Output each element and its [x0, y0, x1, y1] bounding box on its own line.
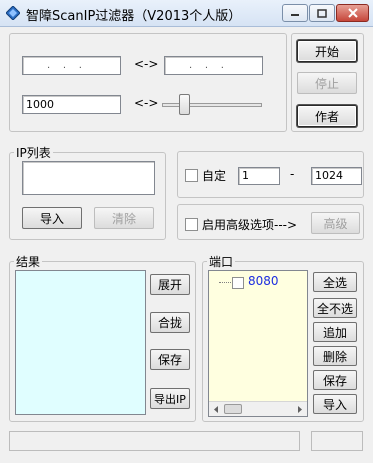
ports-tree[interactable]: 8080 [208, 270, 308, 417]
clear-ip-button[interactable]: 清除 [94, 207, 154, 229]
window-title: 智障ScanIP过滤器（V2013个人版） [26, 9, 242, 24]
ip-start-dots: . . . [47, 60, 82, 71]
range-group [9, 33, 287, 132]
save-results-button[interactable]: 保存 [150, 349, 190, 370]
advanced-checkbox[interactable] [185, 218, 198, 231]
close-icon[interactable] [336, 4, 369, 22]
merge-button[interactable]: 合拢 [150, 312, 190, 333]
port-8080-checkbox[interactable] [232, 277, 244, 289]
port-from-value: 1 [242, 169, 249, 182]
minimize-icon[interactable] [282, 4, 308, 22]
port-item-8080[interactable]: 8080 [248, 274, 279, 288]
start-button[interactable]: 开始 [297, 40, 357, 62]
results-legend: 结果 [16, 255, 41, 269]
threads-value: 1000 [26, 98, 54, 111]
port-from-field[interactable]: 1 [238, 167, 280, 185]
custom-port-label: 自定 [202, 169, 227, 183]
ip-end-dots: . . . [189, 60, 224, 71]
scroll-thumb[interactable] [224, 404, 242, 414]
slider-track [162, 103, 262, 107]
save-ports-button[interactable]: 保存 [313, 370, 357, 390]
add-port-button[interactable]: 追加 [313, 322, 357, 342]
port-range-dash: - [290, 167, 295, 181]
range-arrow: <-> [134, 57, 159, 71]
expand-button[interactable]: 展开 [150, 274, 190, 295]
scroll-right-icon[interactable] [293, 404, 306, 415]
stop-button[interactable]: 停止 [297, 72, 357, 94]
ip-end-field[interactable]: . . . [164, 56, 263, 75]
import-ip-button[interactable]: 导入 [22, 207, 82, 229]
threads-field[interactable]: 1000 [22, 95, 121, 114]
status-progress [9, 431, 300, 451]
title-bar: 智障ScanIP过滤器（V2013个人版） [0, 0, 373, 27]
select-all-button[interactable]: 全选 [313, 272, 357, 292]
ip-start-field[interactable]: . . . [22, 56, 121, 75]
threads-slider[interactable] [162, 93, 262, 117]
ports-scrollbar[interactable] [209, 401, 307, 416]
results-list[interactable] [15, 270, 146, 415]
import-ports-button[interactable]: 导入 [313, 394, 357, 414]
ip-list-legend: IP列表 [16, 146, 51, 160]
maximize-icon[interactable] [309, 4, 335, 22]
tree-connector [219, 282, 233, 283]
port-to-field[interactable]: 1024 [311, 167, 362, 185]
export-ip-button[interactable]: 导出IP [150, 388, 190, 409]
slider-thumb[interactable] [179, 94, 190, 115]
ip-list-textarea[interactable] [22, 161, 155, 195]
author-button[interactable]: 作者 [297, 105, 357, 127]
advanced-label: 启用高级选项---> [202, 218, 298, 232]
ports-legend: 端口 [209, 255, 234, 269]
threads-arrow: <-> [134, 96, 159, 110]
delete-port-button[interactable]: 删除 [313, 346, 357, 366]
advanced-button[interactable]: 高级 [311, 212, 360, 234]
port-to-value: 1024 [315, 169, 343, 182]
scroll-left-icon[interactable] [210, 404, 223, 415]
app-icon [6, 6, 20, 20]
custom-port-checkbox[interactable] [185, 169, 198, 182]
status-panel [311, 431, 363, 451]
select-none-button[interactable]: 全不选 [313, 298, 357, 318]
